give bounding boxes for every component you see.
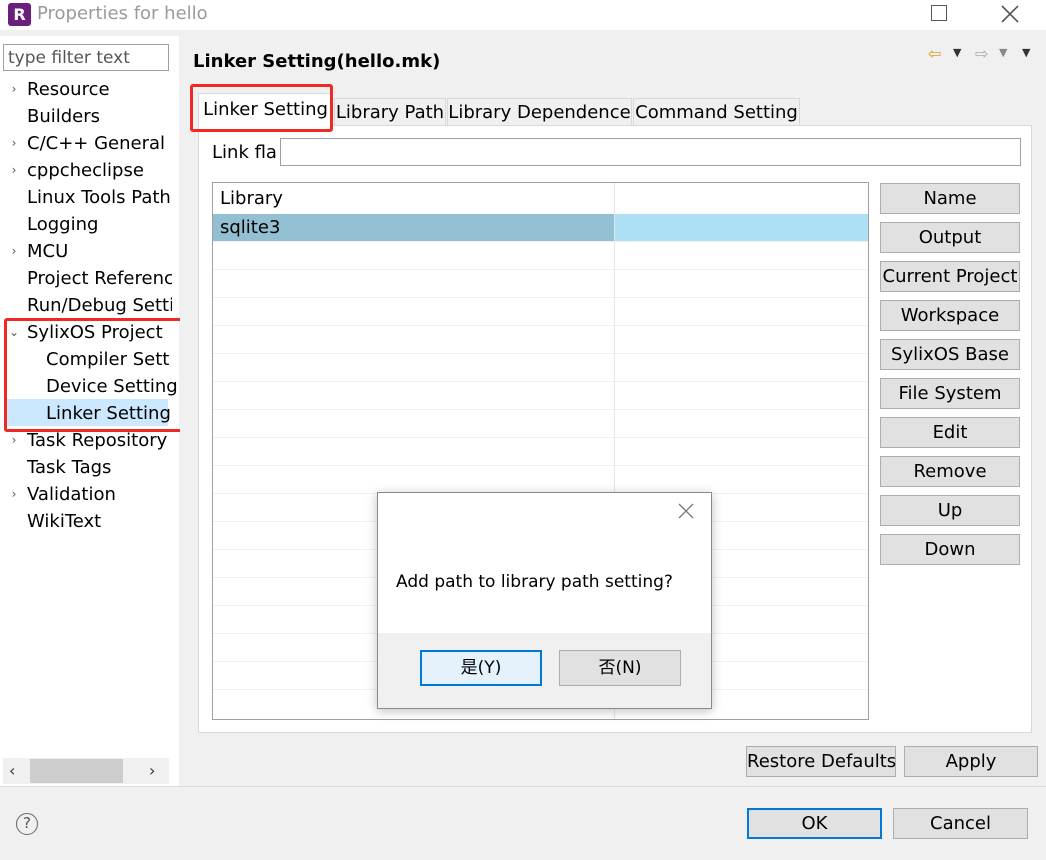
workspace-button[interactable]: Workspace <box>880 300 1020 331</box>
expand-arrow-icon[interactable]: › <box>8 238 20 265</box>
close-icon[interactable] <box>678 503 694 519</box>
expand-arrow-icon[interactable]: › <box>8 157 20 184</box>
confirm-dialog: Add path to library path setting? 是(Y) 否… <box>377 492 712 709</box>
maximize-icon[interactable] <box>931 5 947 21</box>
view-menu-icon[interactable]: ▼ <box>1022 46 1030 59</box>
link-flags-label: Link flags <box>212 142 276 163</box>
annotation-highlight-box <box>190 84 333 132</box>
row-divider <box>213 325 868 326</box>
tree-item-run-debug-settings[interactable]: Run/Debug Setti <box>27 292 172 319</box>
scrollbar-thumb[interactable] <box>30 759 123 783</box>
table-row-selected-cell[interactable] <box>615 214 868 241</box>
down-button[interactable]: Down <box>880 534 1020 565</box>
row-divider <box>213 409 868 410</box>
tree-item-cppcheclipse[interactable]: cppcheclipse <box>27 157 144 184</box>
yes-button[interactable]: 是(Y) <box>420 650 542 686</box>
back-arrow-icon[interactable]: ⇦ <box>928 44 941 63</box>
tree-item-resource[interactable]: Resource <box>27 76 110 103</box>
restore-defaults-button[interactable]: Restore Defaults <box>746 746 896 777</box>
dialog-message: Add path to library path setting? <box>396 572 673 592</box>
file-system-button[interactable]: File System <box>880 378 1020 409</box>
remove-button[interactable]: Remove <box>880 456 1020 487</box>
app-logo: R <box>8 3 31 26</box>
tab-command-setting[interactable]: Command Setting <box>633 98 800 125</box>
scroll-right-icon[interactable]: › <box>149 759 155 783</box>
ok-button[interactable]: OK <box>747 808 882 839</box>
column-header-library[interactable]: Library <box>213 183 283 213</box>
tree-item-cpp-general[interactable]: C/C++ General <box>27 130 165 157</box>
tree-item-validation[interactable]: Validation <box>27 481 116 508</box>
row-divider <box>213 269 868 270</box>
back-dropdown-icon[interactable]: ▼ <box>953 46 961 59</box>
page-title: Linker Setting(hello.mk) <box>193 51 441 72</box>
forward-dropdown-icon[interactable]: ▼ <box>999 46 1007 59</box>
annotation-highlight-box <box>4 318 198 432</box>
tree-item-task-tags[interactable]: Task Tags <box>27 454 111 481</box>
no-button[interactable]: 否(N) <box>559 650 681 686</box>
link-flags-input[interactable] <box>280 138 1021 166</box>
scroll-left-icon[interactable]: ‹ <box>9 759 15 783</box>
close-window-icon[interactable] <box>1000 4 1020 24</box>
tree-item-mcu[interactable]: MCU <box>27 238 68 265</box>
expand-arrow-icon[interactable]: › <box>8 76 20 103</box>
row-divider <box>213 353 868 354</box>
apply-button[interactable]: Apply <box>904 746 1038 777</box>
cancel-button[interactable]: Cancel <box>893 808 1028 839</box>
edit-button[interactable]: Edit <box>880 417 1020 448</box>
expand-arrow-icon[interactable]: › <box>8 481 20 508</box>
tab-library-dependence[interactable]: Library Dependence <box>447 98 632 125</box>
sylixos-base-button[interactable]: SylixOS Base <box>880 339 1020 370</box>
current-project-button[interactable]: Current Project <box>880 261 1020 292</box>
bottom-bar <box>0 786 1046 860</box>
tab-library-path[interactable]: Library Path <box>334 98 446 125</box>
window-title: Properties for hello <box>37 3 208 24</box>
expand-arrow-icon[interactable]: › <box>8 130 20 157</box>
output-button[interactable]: Output <box>880 222 1020 253</box>
filter-input[interactable] <box>3 44 169 71</box>
forward-arrow-icon[interactable]: ⇨ <box>975 44 988 63</box>
help-icon[interactable]: ? <box>16 813 38 835</box>
row-divider <box>213 241 868 242</box>
tree-item-wikitext[interactable]: WikiText <box>27 508 101 535</box>
tree-item-linux-tools-path[interactable]: Linux Tools Path <box>27 184 171 211</box>
tree-item-builders[interactable]: Builders <box>27 103 100 130</box>
name-button[interactable]: Name <box>880 183 1020 214</box>
row-divider <box>213 297 868 298</box>
row-divider <box>213 381 868 382</box>
row-divider <box>213 465 868 466</box>
row-divider <box>213 437 868 438</box>
tree-item-logging[interactable]: Logging <box>27 211 98 238</box>
tree-item-project-references[interactable]: Project Reference <box>27 265 172 292</box>
up-button[interactable]: Up <box>880 495 1020 526</box>
table-cell-library: sqlite3 <box>220 217 281 238</box>
column-header-2[interactable] <box>615 183 622 213</box>
